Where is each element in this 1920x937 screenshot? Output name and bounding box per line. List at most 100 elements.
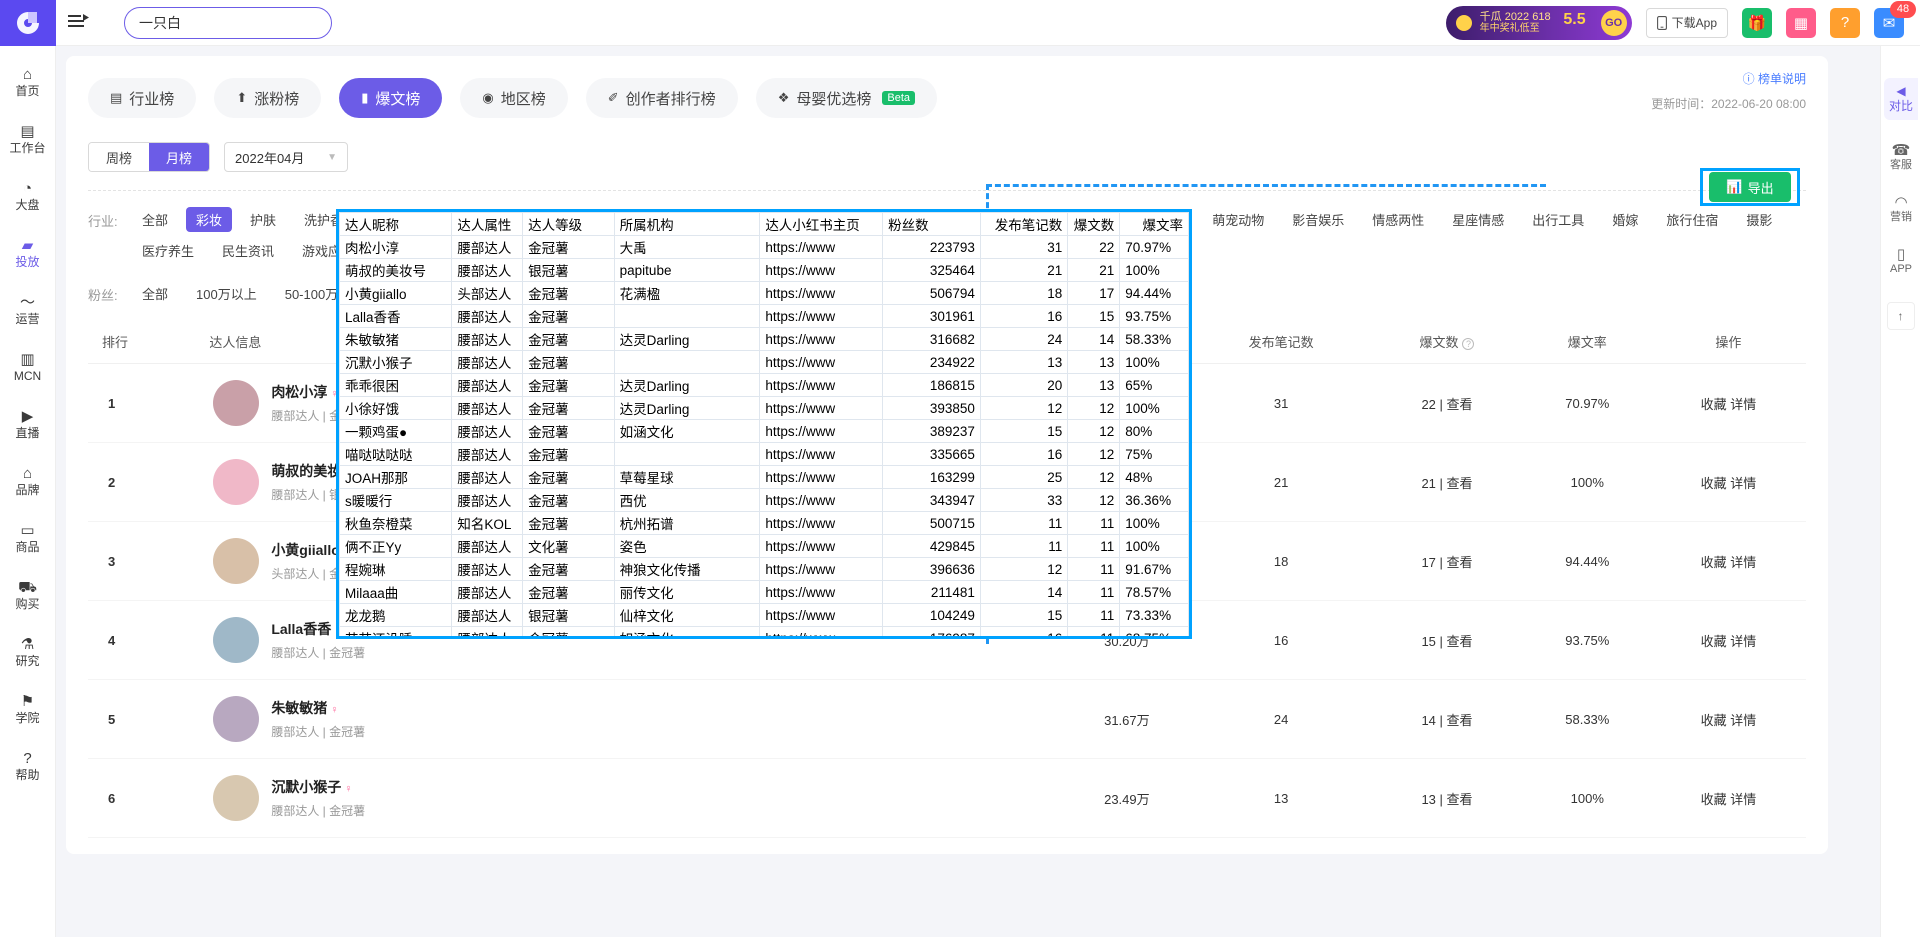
- download-app-button[interactable]: 下载App: [1645, 7, 1728, 38]
- tag-icon: ⌂: [22, 465, 33, 482]
- industry-filter-item-1[interactable]: 全部: [132, 207, 178, 232]
- row-operations[interactable]: 收藏 详情: [1650, 758, 1806, 838]
- industry-filter-item-21[interactable]: 婚嫁: [1602, 207, 1648, 232]
- period-segmented[interactable]: 周榜 月榜: [88, 142, 211, 172]
- industry-filter-item-17[interactable]: 影音娱乐: [1282, 207, 1354, 232]
- row-hot-count[interactable]: 13 | 查看: [1370, 758, 1524, 838]
- sidebar-item-4[interactable]: ▰ 投放: [0, 225, 56, 282]
- sheet-cell: 500715: [882, 511, 981, 535]
- row-operations[interactable]: 收藏 详情: [1650, 521, 1806, 601]
- period-option-2[interactable]: 月榜: [149, 143, 210, 171]
- sidebar-item-6[interactable]: ▥ MCN: [0, 339, 56, 396]
- rank-tab-label: 创作者排行榜: [625, 90, 716, 108]
- app-logo[interactable]: [0, 0, 56, 46]
- promo-banner[interactable]: 千瓜 2022 618 年中奖礼低至 5.5 GO: [1445, 5, 1632, 40]
- sidebar-item-9[interactable]: ▭ 商品: [0, 510, 56, 567]
- row-hot-count[interactable]: 21 | 查看: [1370, 442, 1524, 522]
- industry-filter-item-22[interactable]: 旅行住宿: [1656, 207, 1728, 232]
- sidebar-item-13[interactable]: ? 帮助: [0, 738, 56, 795]
- industry-filter-item-19[interactable]: 星座情感: [1442, 207, 1514, 232]
- right-rail-item-1[interactable]: ☎ 客服: [1881, 143, 1920, 172]
- industry-filter-item-18[interactable]: 情感两性: [1362, 207, 1434, 232]
- sheet-cell: [613, 442, 761, 466]
- avatar[interactable]: [213, 459, 260, 505]
- sheet-cell: 316682: [882, 327, 981, 351]
- sidebar-item-2[interactable]: ▤ 工作台: [0, 111, 56, 168]
- industry-filter-item-24[interactable]: 医疗养生: [132, 238, 204, 263]
- top-bar: 千瓜 2022 618 年中奖礼低至 5.5 GO 下载App 🎁 ▦ ? ✉ …: [0, 0, 1920, 46]
- sidebar-item-label: 投放: [15, 255, 40, 269]
- sidebar-item-1[interactable]: ⌂ 首页: [0, 54, 56, 111]
- avatar[interactable]: [213, 538, 260, 584]
- sheet-cell: https://www: [759, 534, 884, 558]
- sheet-cell: https://www: [759, 442, 884, 466]
- fans-filter-item-2[interactable]: 100万以上: [186, 281, 267, 306]
- col-header-8[interactable]: 爆文数?: [1370, 320, 1524, 364]
- sidebar-item-12[interactable]: ⚑ 学院: [0, 681, 56, 738]
- promo-go-button[interactable]: GO: [1600, 9, 1627, 36]
- row-operations[interactable]: 收藏 详情: [1650, 442, 1806, 522]
- row-user-info[interactable]: 沉默小猴子 ♀ 腰部达人 | 金冠薯: [195, 758, 623, 838]
- sheet-cell: 腰部达人: [451, 373, 524, 397]
- row-operations[interactable]: 收藏 详情: [1650, 600, 1806, 680]
- user-name: 朱敏敏猪 ♀: [271, 700, 339, 716]
- rank-tab-6[interactable]: ❖ 母婴优选榜 Beta: [755, 78, 937, 118]
- sidebar-item-7[interactable]: ▶ 直播: [0, 396, 56, 453]
- search-box[interactable]: [124, 6, 332, 39]
- back-to-top-button[interactable]: ↑: [1886, 302, 1915, 330]
- menu-toggle-button[interactable]: [56, 13, 102, 32]
- apps-grid-icon[interactable]: ▦: [1786, 7, 1816, 38]
- row-hot-count[interactable]: 17 | 查看: [1370, 521, 1524, 601]
- sheet-cell: 12: [979, 557, 1069, 581]
- fans-filter-item-1[interactable]: 全部: [132, 281, 178, 306]
- industry-filter-item-2[interactable]: 彩妆: [186, 207, 233, 232]
- gift-icon[interactable]: 🎁: [1742, 7, 1772, 38]
- industry-filter-item-3[interactable]: 护肤: [240, 207, 286, 232]
- right-rail-item-3[interactable]: ▯ APP: [1881, 247, 1920, 276]
- period-option-1[interactable]: 周榜: [89, 143, 150, 171]
- sidebar-item-label: 大盘: [15, 198, 40, 212]
- avatar[interactable]: [213, 380, 260, 426]
- rank-tab-3[interactable]: ▮ 爆文榜: [339, 78, 443, 118]
- rank-tab-1[interactable]: ▤ 行业榜: [88, 78, 197, 118]
- sidebar-item-5[interactable]: 〜运营: [0, 282, 56, 339]
- row-hot-count[interactable]: 22 | 查看: [1370, 363, 1524, 443]
- row-hot-count[interactable]: 14 | 查看: [1370, 679, 1524, 759]
- row-operations[interactable]: 收藏 详情: [1650, 679, 1806, 759]
- compare-panel-button[interactable]: ◀ 对比: [1884, 78, 1918, 120]
- sidebar-item-3[interactable]: ◔ 大盘: [0, 168, 56, 225]
- avatar[interactable]: [213, 696, 260, 742]
- export-label: 导出: [1747, 180, 1774, 196]
- avatar[interactable]: [213, 775, 260, 821]
- rank-tab-4[interactable]: ◉ 地区榜: [460, 78, 568, 118]
- industry-filter-item-20[interactable]: 出行工具: [1522, 207, 1594, 232]
- sheet-cell: 12: [1067, 465, 1121, 489]
- row-user-info[interactable]: 朱敏敏猪 ♀ 腰部达人 | 金冠薯: [195, 679, 623, 759]
- table-row[interactable]: 5 朱敏敏猪 ♀ 腰部达人 | 金冠薯 31.67万 24 14 | 查看 58.33% 收藏 …: [88, 679, 1806, 759]
- rank-tab-5[interactable]: ✐ 创作者排行榜: [585, 78, 738, 118]
- sheet-cell: 腰部达人: [451, 465, 524, 489]
- table-row[interactable]: 6 沉默小猴子 ♀ 腰部达人 | 金冠薯 23.49万 13 13 | 查看 100% 收藏 详…: [88, 758, 1806, 838]
- date-select[interactable]: 2022年04月 ▼: [224, 142, 349, 172]
- megaphone-icon: ◠: [1894, 194, 1908, 211]
- sidebar-item-11[interactable]: ⚗ 研究: [0, 624, 56, 681]
- search-input[interactable]: [125, 7, 331, 38]
- industry-filter-item-25[interactable]: 民生资讯: [212, 238, 284, 263]
- rank-tab-2[interactable]: ⬆ 涨粉榜: [214, 78, 322, 118]
- sheet-row: 乖乖很困 腰部达人 金冠薯 达灵Darling https://www 186815 20 1…: [339, 373, 1189, 397]
- sheet-row: 萌叔的美妆号 腰部达人 银冠薯 papitube https://www 325464 21…: [339, 258, 1189, 282]
- mail-icon[interactable]: ✉ 48: [1874, 0, 1916, 38]
- ranking-help-link[interactable]: ⓘ 榜单说明: [1651, 70, 1806, 87]
- sheet-cell: 75%: [1119, 442, 1189, 466]
- avatar[interactable]: [213, 617, 260, 663]
- help-icon[interactable]: ?: [1830, 7, 1860, 38]
- industry-filter-item-16[interactable]: 萌宠动物: [1202, 207, 1274, 232]
- export-button[interactable]: 📊 导出: [1709, 172, 1791, 202]
- industry-filter-item-23[interactable]: 摄影: [1736, 207, 1782, 232]
- right-rail-item-2[interactable]: ◠ 营销: [1881, 194, 1920, 224]
- sidebar-item-10[interactable]: ⛟ 购买: [0, 567, 56, 624]
- row-hot-count[interactable]: 15 | 查看: [1370, 600, 1524, 680]
- row-operations[interactable]: 收藏 详情: [1650, 363, 1806, 443]
- logo-icon: [17, 11, 39, 34]
- sidebar-item-8[interactable]: ⌂ 品牌: [0, 453, 56, 510]
